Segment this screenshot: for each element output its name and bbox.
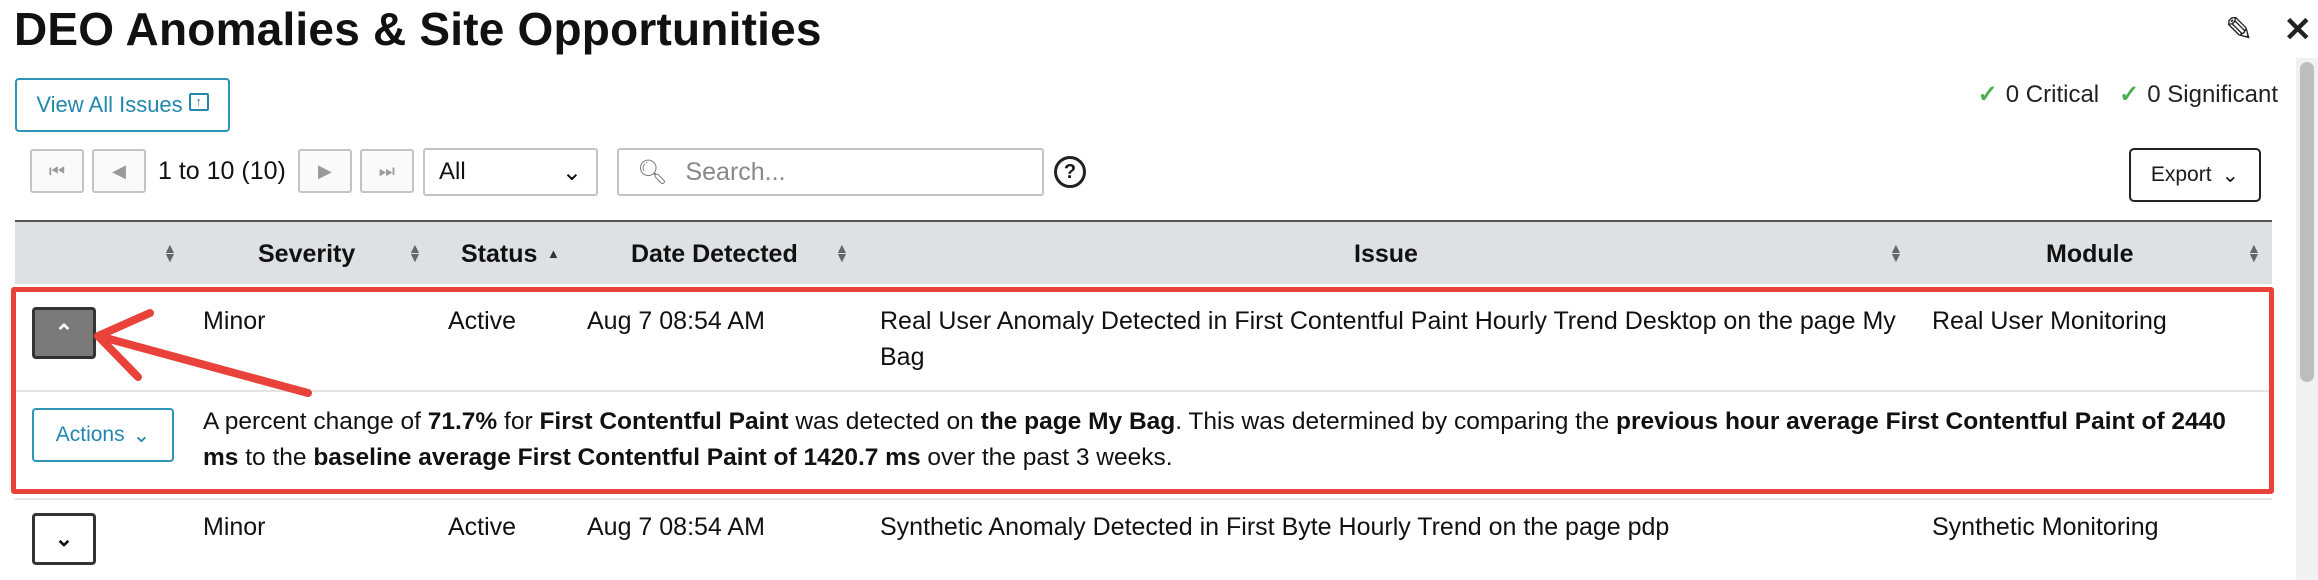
page-range: 1 to 10 (10)	[158, 156, 286, 185]
help-icon[interactable]: ?	[1054, 156, 1086, 188]
first-page-icon: ⏮	[48, 160, 66, 181]
critical-count-label: 0 Critical	[2005, 81, 2100, 108]
significant-count: ✓ 0 Significant	[2119, 80, 2278, 109]
sort-icon: ▲ ▼	[2247, 240, 2261, 265]
sort-icon: ▲ ▼	[408, 240, 422, 265]
search-input[interactable]: 🔍︎ Search...	[617, 148, 1044, 196]
next-page-button[interactable]: ▶	[297, 149, 352, 193]
chevron-down-icon: ⌄	[132, 423, 151, 447]
view-all-issues-button[interactable]: View All Issues ↑	[15, 78, 230, 132]
sort-asc-icon: ▲	[547, 246, 560, 261]
export-button[interactable]: Export ⌄	[2129, 148, 2261, 202]
scrollbar-thumb[interactable]	[2300, 62, 2314, 382]
filter-select-value: All	[439, 158, 466, 185]
row-date: Aug 7 08:54 AM	[587, 307, 765, 335]
column-header-label: Issue	[1354, 239, 1418, 268]
chevron-up-icon: ⌃	[54, 320, 74, 345]
row-issue-line: Real User Anomaly Detected in First Cont…	[880, 307, 1896, 335]
filter-select[interactable]: All ⌄	[423, 148, 598, 196]
column-header-date[interactable]: Date Detected	[631, 222, 798, 286]
row-date: Aug 7 08:54 AM	[587, 513, 765, 541]
significant-count-label: 0 Significant	[2147, 81, 2278, 108]
view-all-issues-label: View All Issues	[36, 92, 183, 117]
check-icon: ✓	[2119, 81, 2140, 108]
prev-page-icon: ◀	[112, 160, 126, 181]
column-header-expand[interactable]: ▲ ▼	[15, 222, 177, 286]
check-icon: ✓	[1977, 81, 1998, 108]
close-icon[interactable]: ✕	[2284, 10, 2313, 50]
expand-row-button[interactable]: ⌄	[32, 513, 96, 565]
window-controls: ✎ ✕	[2225, 10, 2312, 50]
actions-button[interactable]: Actions ⌄	[32, 408, 174, 462]
issue-counts: ✓ 0 Critical ✓ 0 Significant	[1978, 80, 2278, 109]
actions-label: Actions	[55, 423, 125, 446]
chevron-down-icon: ⌄	[2221, 163, 2240, 187]
pagination: ⏮ ◀ 1 to 10 (10) ▶ ⏭	[30, 149, 414, 193]
pencil-icon[interactable]: ✎	[2225, 10, 2254, 50]
row-status: Active	[448, 307, 517, 335]
first-page-button[interactable]: ⏮	[30, 149, 84, 193]
sort-icon: ▲ ▼	[1889, 240, 1903, 265]
external-link-icon: ↑	[188, 93, 209, 111]
last-page-button[interactable]: ⏭	[359, 149, 414, 193]
search-icon: 🔍︎	[637, 158, 668, 186]
row-issue[interactable]: Synthetic Anomaly Detected in First Byte…	[880, 509, 1669, 545]
row-severity: Minor	[203, 513, 266, 541]
sort-icon: ▲ ▼	[835, 240, 849, 265]
row-divider	[15, 498, 2272, 500]
row-issue-line: Bag	[880, 343, 925, 371]
search-placeholder: Search...	[685, 157, 786, 186]
critical-count: ✓ 0 Critical	[1978, 80, 2099, 109]
column-header-label: Status	[461, 239, 538, 268]
row-status: Active	[448, 513, 517, 541]
column-header-severity[interactable]: Severity	[258, 222, 355, 286]
row-module: Real User Monitoring	[1932, 307, 2167, 335]
row-divider	[15, 390, 2272, 392]
column-header-status[interactable]: Status	[461, 222, 537, 286]
column-header-label: Severity	[258, 239, 356, 268]
sort-icon: ▲ ▼	[163, 240, 177, 265]
annotation-arrow-icon	[94, 309, 312, 397]
column-header-issue[interactable]: Issue	[1354, 222, 1418, 286]
last-page-icon: ⏭	[378, 160, 395, 181]
column-header-label: Date Detected	[631, 239, 798, 268]
column-header-module[interactable]: Module	[2046, 222, 2134, 286]
export-label: Export	[2150, 163, 2212, 186]
table-header: ▲ ▼ Severity ▲ ▼ Status ▲ Date Detected ▲ ▼…	[15, 220, 2272, 284]
row-issue[interactable]: Real User Anomaly Detected in First Cont…	[880, 303, 1930, 375]
chevron-down-icon: ⌄	[561, 158, 582, 186]
next-page-icon: ▶	[317, 160, 332, 181]
issue-description: A percent change of 71.7% for First Cont…	[203, 408, 2226, 471]
row-module: Synthetic Monitoring	[1932, 513, 2159, 541]
prev-page-button[interactable]: ◀	[92, 149, 146, 193]
column-header-label: Module	[2046, 239, 2134, 268]
page-title: DEO Anomalies & Site Opportunities	[14, 3, 822, 55]
chevron-down-icon: ⌄	[54, 526, 74, 551]
